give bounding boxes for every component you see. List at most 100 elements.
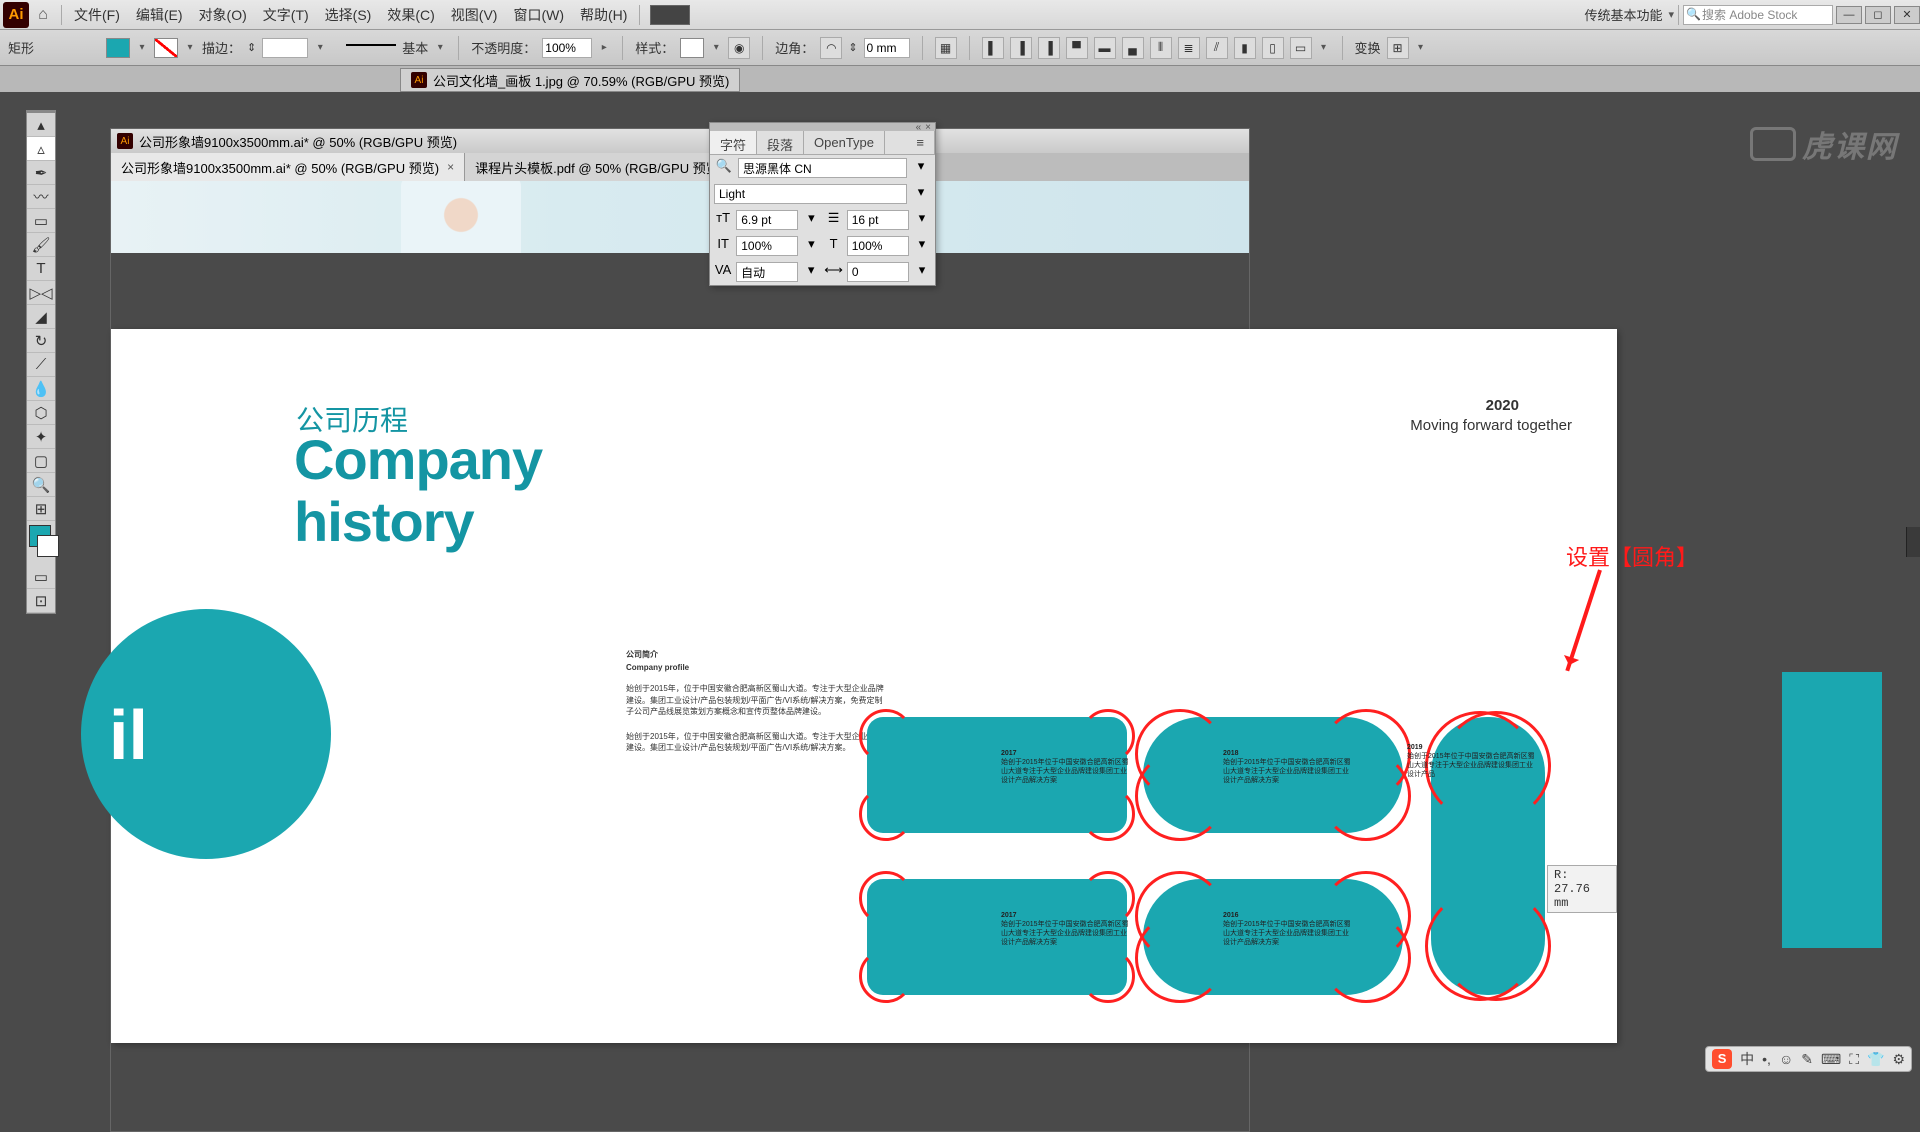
ime-item[interactable]: •,	[1762, 1051, 1771, 1067]
tab-character[interactable]: 字符	[710, 131, 757, 154]
pen-tool[interactable]: ✒	[27, 161, 55, 185]
align-top-icon[interactable]: ▀	[1066, 37, 1088, 59]
opacity-value[interactable]	[542, 38, 592, 58]
stroke-dd[interactable]: ▾	[184, 38, 196, 58]
chevron-down-icon[interactable]: ▾	[1668, 8, 1674, 21]
menu-object[interactable]: 对象(O)	[191, 5, 255, 25]
horizontal-scale[interactable]	[847, 236, 909, 256]
doc-titlebar[interactable]: Ai 公司形象墙9100x3500mm.ai* @ 50% (RGB/GPU 预…	[111, 129, 1249, 153]
vertical-scale[interactable]	[736, 236, 798, 256]
corner-type-icon[interactable]: ◠	[820, 37, 842, 59]
doc-tab-1[interactable]: 公司形象墙9100x3500mm.ai* @ 50% (RGB/GPU 预览)×	[111, 153, 465, 182]
offscreen-shape[interactable]	[1782, 672, 1882, 948]
align-center-v-icon[interactable]: ▬	[1094, 37, 1116, 59]
chevron-down-icon[interactable]: ▾	[911, 158, 931, 178]
tab-opentype[interactable]: OpenType	[804, 131, 885, 154]
menu-view[interactable]: 视图(V)	[443, 5, 506, 25]
ime-keyboard-icon[interactable]: ⌨	[1821, 1051, 1841, 1068]
sogou-icon[interactable]: S	[1712, 1049, 1732, 1069]
width-tool[interactable]: ⟋	[27, 353, 55, 377]
eyedropper-tool[interactable]: 💧	[27, 377, 55, 401]
tab-paragraph[interactable]: 段落	[757, 131, 804, 154]
distribute-v-icon[interactable]: ≣	[1178, 37, 1200, 59]
rotate-tool[interactable]: ↻	[27, 329, 55, 353]
distribute-spacing-icon[interactable]: ⫽	[1206, 37, 1228, 59]
menu-help[interactable]: 帮助(H)	[572, 5, 635, 25]
direct-selection-tool[interactable]: ▵	[27, 137, 55, 161]
artboard-tool[interactable]: ▢	[27, 449, 55, 473]
close-icon[interactable]: ×	[447, 160, 454, 174]
type-tool[interactable]: T	[27, 257, 55, 281]
eraser-tool[interactable]: ◢	[27, 305, 55, 329]
align-key-icon[interactable]: ▮	[1234, 37, 1256, 59]
align-selection-icon[interactable]: ▭	[1290, 37, 1312, 59]
font-family[interactable]	[738, 158, 907, 178]
character-panel[interactable]: «× 字符 段落 OpenType ≡ 🔍 ▾ ▾ тT ▾ ☰ ▾ IT ▾ …	[709, 122, 936, 286]
ime-item[interactable]: ⛶	[1849, 1051, 1859, 1068]
align-artboard-icon[interactable]: ▯	[1262, 37, 1284, 59]
window-restore[interactable]: ◻	[1865, 6, 1891, 24]
fill-swatch[interactable]	[106, 38, 130, 58]
window-close[interactable]: ✕	[1894, 6, 1920, 24]
corner-radius[interactable]	[864, 38, 910, 58]
screen-mode[interactable]: ⊡	[27, 589, 55, 613]
zoom-tool[interactable]: 🔍	[27, 473, 55, 497]
graphic-style-swatch[interactable]	[680, 38, 704, 58]
stepper-icon[interactable]: ⇕	[848, 41, 857, 54]
shape-builder-tool[interactable]: ⬡	[27, 401, 55, 425]
distribute-h-icon[interactable]: ⫴	[1150, 37, 1172, 59]
panel-menu-icon[interactable]: ≡	[906, 131, 935, 154]
stroke-style[interactable]	[346, 44, 396, 60]
stroke-weight-dd[interactable]: ▾	[314, 38, 326, 58]
recolor-icon[interactable]: ◉	[728, 37, 750, 59]
stroke-weight[interactable]	[262, 38, 308, 58]
menu-type[interactable]: 文字(T)	[255, 5, 317, 25]
align-left-icon[interactable]: ▌	[982, 37, 1004, 59]
font-size[interactable]	[736, 210, 798, 230]
menu-edit[interactable]: 编辑(E)	[128, 5, 191, 25]
bg-doctab[interactable]: Ai 公司文化墙_画板 1.jpg @ 70.59% (RGB/GPU 预览)	[400, 68, 740, 92]
kerning[interactable]	[736, 262, 798, 282]
rectangle-tool[interactable]: ▭	[27, 209, 55, 233]
ime-item[interactable]: 中	[1740, 1049, 1754, 1069]
leading[interactable]	[847, 210, 909, 230]
align-icon[interactable]: ▦	[935, 37, 957, 59]
home-icon[interactable]: ⌂	[29, 6, 57, 24]
align-bottom-icon[interactable]: ▄	[1122, 37, 1144, 59]
ime-handwrite-icon[interactable]: ✎	[1801, 1051, 1813, 1068]
workspace-label[interactable]: 传统基本功能	[1578, 5, 1668, 24]
tracking[interactable]	[847, 262, 909, 282]
line-tool[interactable]: ▷◁	[27, 281, 55, 305]
hand-tool[interactable]: ⊞	[27, 497, 55, 521]
window-minimize[interactable]: —	[1836, 6, 1862, 24]
fill-stroke-block[interactable]	[27, 521, 55, 565]
corner-label: 边角：	[775, 38, 814, 57]
align-right-icon[interactable]: ▐	[1038, 37, 1060, 59]
selection-tool[interactable]: ▴	[27, 113, 55, 137]
menu-select[interactable]: 选择(S)	[317, 5, 380, 25]
symbol-sprayer-tool[interactable]: ✦	[27, 425, 55, 449]
menu-file[interactable]: 文件(F)	[66, 5, 128, 25]
stock-search[interactable]: 搜索 Adobe Stock	[1683, 5, 1833, 25]
stroke-color[interactable]	[37, 535, 59, 557]
chevron-down-icon[interactable]: ▾	[911, 184, 931, 204]
ime-emoji-icon[interactable]: ☺	[1779, 1051, 1793, 1067]
panel-handle[interactable]: «×	[710, 123, 935, 131]
fill-dd[interactable]: ▾	[136, 38, 148, 58]
stroke-swatch[interactable]	[154, 38, 178, 58]
font-weight[interactable]	[714, 184, 907, 204]
stepper-icon[interactable]: ⇕	[247, 41, 256, 54]
align-center-h-icon[interactable]: ▐	[1010, 37, 1032, 59]
ime-item[interactable]: 👕	[1867, 1051, 1884, 1068]
doc-tab-2[interactable]: 课程片头模板.pdf @ 50% (RGB/GPU 预览)×	[465, 153, 749, 182]
doc-viewport[interactable]: 公司历程 Companyhistory 2020 Moving forward …	[111, 181, 1249, 1131]
menu-effect[interactable]: 效果(C)	[379, 5, 442, 25]
ime-settings-icon[interactable]: ⚙	[1892, 1051, 1905, 1068]
paintbrush-tool[interactable]: 🖌	[27, 233, 55, 257]
curvature-tool[interactable]: 〰	[27, 185, 55, 209]
right-panel-dock[interactable]	[1906, 527, 1920, 557]
menu-window[interactable]: 窗口(W)	[505, 5, 572, 25]
transform-panel-icon[interactable]: ⊞	[1387, 37, 1409, 59]
layout-selector[interactable]	[650, 5, 690, 25]
draw-mode[interactable]: ▭	[27, 565, 55, 589]
